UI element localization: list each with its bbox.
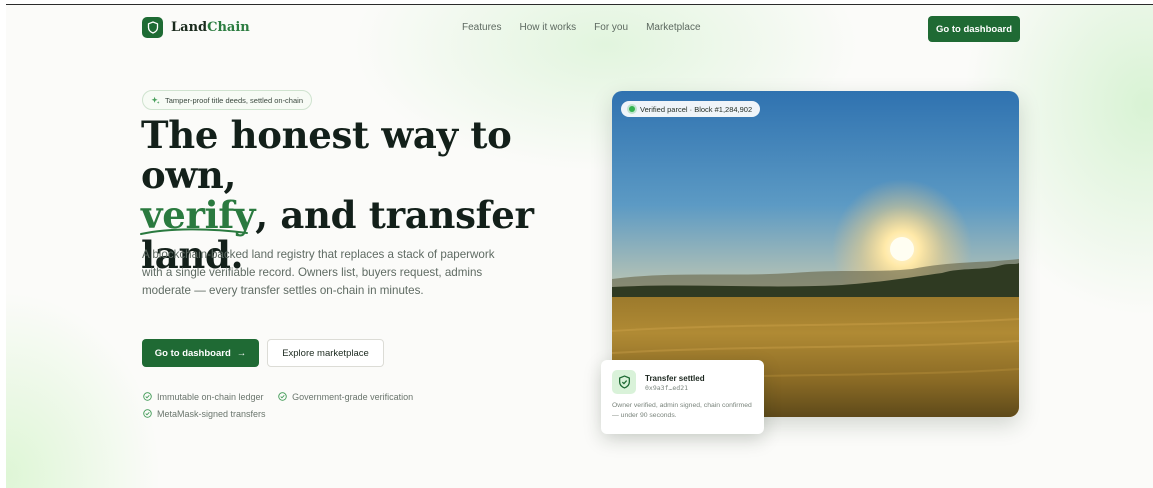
brand-name-part1: Land <box>171 20 208 35</box>
feature-item: Immutable on-chain ledger <box>143 388 264 405</box>
arrow-right-icon: → <box>236 347 247 359</box>
feature-label: MetaMask-signed transfers <box>157 408 266 419</box>
feature-label: Immutable on-chain ledger <box>157 391 264 402</box>
feature-label: Government-grade verification <box>292 391 414 402</box>
landing-page: LandChain Features How it works For you … <box>6 4 1153 488</box>
headline-highlight: verify <box>140 195 256 235</box>
card-description: Owner verified, admin signed, chain conf… <box>612 402 752 419</box>
brand-name-part2: Chain <box>207 20 250 35</box>
check-circle-icon <box>278 392 287 401</box>
hero-pill: Tamper-proof title deeds, settled on-cha… <box>142 90 312 110</box>
brand-name: LandChain <box>171 20 250 35</box>
hero-lead: A blockchain-backed land registry that r… <box>142 248 495 297</box>
nav-marketplace[interactable]: Marketplace <box>646 22 700 33</box>
headline-line2-rest: , and transfer <box>255 193 534 237</box>
highlight-underline <box>140 228 248 235</box>
feature-item: MetaMask-signed transfers <box>143 405 266 422</box>
nav-how-it-works[interactable]: How it works <box>519 22 576 33</box>
main-nav: Features How it works For you Marketplac… <box>462 22 701 33</box>
transfer-settled-card: Transfer settled 0x9a3f…ed21 Owner verif… <box>601 360 764 434</box>
check-circle-icon <box>143 392 152 401</box>
verified-parcel-text: Verified parcel · Block #1,284,902 <box>640 104 753 114</box>
card-hash: 0x9a3f…ed21 <box>645 384 689 392</box>
go-to-dashboard-label: Go to dashboard <box>154 347 231 359</box>
explore-marketplace-button[interactable]: Explore marketplace <box>267 339 384 367</box>
card-title: Transfer settled <box>645 374 705 383</box>
nav-features[interactable]: Features <box>462 22 501 33</box>
go-to-dashboard-button[interactable]: Go to dashboard → <box>142 339 259 367</box>
feature-list: Immutable on-chain ledger Government-gra… <box>143 388 425 422</box>
hero-pill-text: Tamper-proof title deeds, settled on-cha… <box>165 95 303 105</box>
nav-dashboard-button[interactable]: Go to dashboard <box>928 16 1020 42</box>
status-dot-icon <box>629 106 635 112</box>
shield-icon <box>142 17 163 38</box>
verified-parcel-badge: Verified parcel · Block #1,284,902 <box>621 101 761 117</box>
nav-for-you[interactable]: For you <box>594 22 628 33</box>
check-circle-icon <box>143 409 152 418</box>
sparkle-icon <box>151 96 160 104</box>
feature-item: Government-grade verification <box>278 388 413 405</box>
brand-logo[interactable]: LandChain <box>142 17 250 38</box>
headline-line1: The honest way to own, <box>141 113 512 197</box>
shield-check-icon <box>612 370 636 394</box>
